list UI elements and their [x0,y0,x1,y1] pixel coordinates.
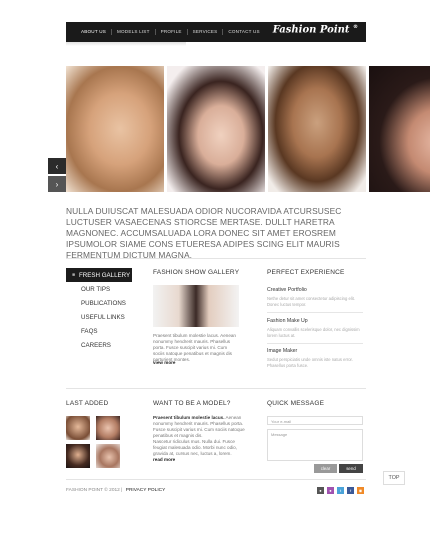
read-more-link[interactable]: read more [153,457,175,462]
model-text-2: Nascetur ridiculus mus. Nulla dui. Fusce… [153,439,238,456]
logo-registered-mark: ® [353,24,358,30]
nav-link-about[interactable]: About us [76,29,112,35]
send-button[interactable]: send [339,464,363,473]
menu-item-label: Fresh gallery [79,271,131,279]
model-title: Want to be a model? [153,400,231,407]
chevron-right-icon: › [55,179,59,189]
gallery-photo[interactable] [268,66,366,192]
experience-item-text: Sedut perspiciatis unde omnis iste natus… [267,357,353,368]
experience-item-text: Nethe detur sit amet consectetur adipisc… [267,296,355,307]
intro-text: Nulla duiuscat malesuada odior nucoravid… [66,206,342,260]
thumbnail[interactable] [96,444,120,468]
footer-copyright: Fashion Point © 2012 | Privacy Policy [66,488,165,493]
hero-gallery [66,66,430,192]
chevron-left-icon: ‹ [55,161,59,171]
last-added-title: Last added [66,400,109,407]
gallery-photo[interactable] [66,66,164,192]
show-gallery-image[interactable] [153,285,239,327]
menu-item-publications[interactable]: Publications [66,296,132,310]
divider [267,343,363,344]
thumbnail[interactable] [66,444,90,468]
nav-link-models-list[interactable]: Models list [112,29,156,35]
menu-item-our-tips[interactable]: Our tips [66,282,132,296]
quick-message-title: Quick message [267,400,325,407]
divider [267,312,363,313]
experience-item-title[interactable]: Fashion Make Up [267,318,308,324]
menu-item-careers[interactable]: Careers [66,338,132,352]
logo-text: Fashion Point [272,24,350,36]
experience-item-title[interactable]: Image Maker [267,348,297,354]
nav-shadow [66,42,186,46]
show-gallery-title: Fashion Show Gallery [153,269,240,276]
show-gallery-text: Praesent tibulum molestie lacus. Aenean … [153,333,236,362]
thumbnail[interactable] [96,416,120,440]
clear-button[interactable]: clear [314,464,337,473]
nav-link-profile[interactable]: Profile [156,29,188,35]
sidebar-menu: ■ Fresh gallery Our tips Publications Us… [66,268,132,352]
email-input[interactable]: Your e-mail [267,416,363,425]
gallery-photo[interactable] [369,66,430,192]
menu-item-useful-links[interactable]: Useful links [66,310,132,324]
divider [66,479,366,480]
view-more-link[interactable]: view more [153,360,175,365]
facebook-icon[interactable]: f [347,487,354,494]
model-text-block: Praesent tibulum molestie lacus. Aenean … [153,415,249,439]
twitter-icon[interactable]: t [337,487,344,494]
experience-title: Perfect Experience [267,269,345,276]
top-navigation-bar: About us Models list Profile Services Co… [66,22,366,42]
gallery-next-button[interactable]: › [48,176,66,192]
square-bullet-icon: ■ [72,272,76,278]
menu-item-fresh-gallery[interactable]: ■ Fresh gallery [66,268,132,282]
menu-item-faqs[interactable]: FAQs [66,324,132,338]
divider [66,258,366,259]
social-icon[interactable]: ● [327,487,334,494]
experience-item-title[interactable]: Creative Portfolio [267,287,307,293]
gallery-prev-button[interactable]: ‹ [48,158,66,174]
copyright-text: Fashion Point © 2012 | [66,488,123,493]
rss-icon[interactable]: ◉ [357,487,364,494]
experience-item-text: Aliquam convallis scelerisque dolor, nec… [267,327,360,338]
nav-links: About us Models list Profile Services Co… [76,22,265,42]
social-icon[interactable]: ● [317,487,324,494]
message-textarea[interactable]: Message [267,429,363,461]
model-lead: Praesent tibulum molestie lacus. [153,415,225,420]
site-logo[interactable]: Fashion Point ® [273,24,358,35]
thumbnail[interactable] [66,416,90,440]
nav-link-services[interactable]: Services [188,29,224,35]
back-to-top-button[interactable]: TOP [383,471,405,485]
divider [66,388,366,389]
gallery-photo[interactable] [167,66,265,192]
gallery-arrows: ‹ › [48,158,66,192]
nav-link-contact[interactable]: Contact us [223,29,264,35]
privacy-policy-link[interactable]: Privacy Policy [126,488,166,493]
